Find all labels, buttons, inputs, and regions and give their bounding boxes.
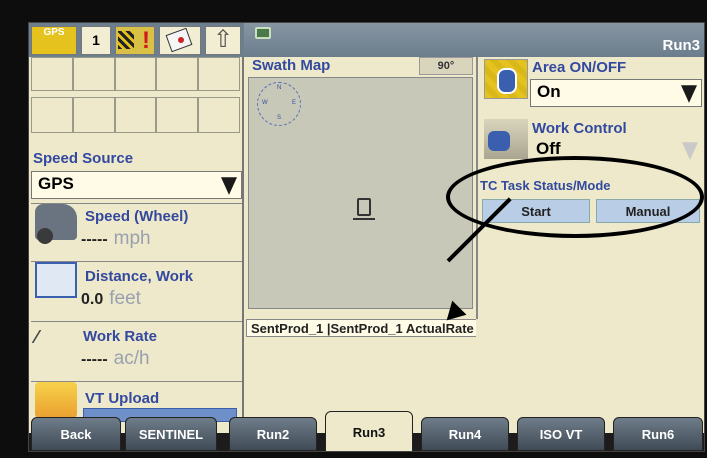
compass-n: N: [277, 85, 282, 91]
area-switch-icon: [484, 59, 528, 99]
distance-number: 0.0: [81, 291, 104, 308]
dropdown-arrow-icon: [221, 177, 237, 195]
warning-icon[interactable]: !: [115, 26, 155, 55]
task-book-icon[interactable]: [159, 26, 201, 55]
iso-terminal-screen: Run3 GPS 1 ! ⇧ Speed Source GPS Speed (W…: [28, 22, 705, 452]
speed-readout: Speed (Wheel) ----- mph: [31, 203, 242, 261]
tab-run3[interactable]: Run3: [325, 411, 413, 451]
softkey-cell[interactable]: [31, 97, 73, 133]
arrow-up-icon[interactable]: ⇧: [205, 26, 241, 55]
softkey-cell[interactable]: [156, 97, 199, 133]
softkey-cell[interactable]: [31, 57, 73, 91]
hazard-stripes-icon: [118, 31, 134, 49]
softkey-cell[interactable]: [198, 57, 240, 91]
softkey-grid-bottom: [31, 97, 240, 133]
speed-label: Speed (Wheel): [85, 208, 189, 225]
tab-sentinel[interactable]: SENTINEL: [125, 417, 217, 451]
tab-run4[interactable]: Run4: [421, 417, 509, 451]
work-control-title: Work Control: [532, 120, 627, 137]
speed-source-dropdown[interactable]: GPS: [31, 171, 242, 199]
work-rate-icon: ⁄: [35, 327, 39, 347]
speed-number: -----: [81, 231, 108, 248]
upload-icon: [35, 382, 77, 418]
center-panel: Swath Map 90° N S E W: [244, 57, 476, 433]
tab-run6[interactable]: Run6: [613, 417, 703, 451]
vt-upload-label: VT Upload: [85, 390, 160, 407]
record-dot: [178, 37, 184, 43]
speed-source-label: Speed Source: [33, 150, 134, 167]
speed-source-value: GPS: [38, 174, 74, 193]
softkey-grid-top: [31, 57, 240, 91]
tractor-icon: [35, 204, 77, 244]
softkey-cell[interactable]: [72, 57, 115, 91]
work-rate-label: Work Rate: [83, 328, 157, 345]
softkey-cell[interactable]: [156, 57, 199, 91]
gps-label: GPS: [43, 27, 65, 38]
swath-map-title: Swath Map: [252, 57, 331, 74]
work-rate-value: ----- ac/h: [81, 348, 150, 370]
area-onoff-value: On: [537, 82, 561, 101]
task-one-label: 1: [92, 32, 100, 48]
softkey-cell[interactable]: [72, 97, 115, 133]
softkey-cell[interactable]: [114, 57, 157, 91]
right-panel: Area ON/OFF On Work Control Off TC Task …: [476, 57, 704, 433]
compass-e: E: [292, 100, 297, 106]
dropdown-arrow-icon: [682, 142, 698, 160]
tab-back[interactable]: Back: [31, 417, 121, 451]
gps-icon[interactable]: GPS: [31, 26, 77, 55]
area-onoff-dropdown[interactable]: On: [530, 79, 702, 107]
speed-unit: mph: [113, 228, 151, 249]
compass-s: S: [277, 115, 282, 121]
speed-value: ----- mph: [81, 228, 151, 250]
distance-value: 0.0 feet: [81, 288, 141, 310]
top-bar-right: Run3: [244, 23, 704, 57]
distance-unit: feet: [109, 288, 141, 309]
work-rate-unit: ac/h: [113, 348, 150, 369]
tab-iso-vt[interactable]: ISO VT: [517, 417, 605, 451]
softkey-cell[interactable]: [114, 97, 157, 133]
distance-readout: Distance, Work 0.0 feet: [31, 261, 242, 321]
compass-w: W: [262, 100, 268, 106]
swath-map[interactable]: N S E W: [248, 77, 473, 309]
exclamation-icon: !: [142, 27, 150, 54]
rotate-90-button[interactable]: 90°: [419, 57, 473, 75]
vehicle-icon: [353, 198, 375, 220]
softkey-cell[interactable]: [198, 97, 240, 133]
left-panel: Speed Source GPS Speed (Wheel) ----- mph …: [29, 57, 244, 433]
area-onoff-title: Area ON/OFF: [532, 59, 627, 76]
compass-icon: N S E W: [257, 82, 301, 126]
distance-icon: [35, 262, 77, 298]
screen-icon: [255, 27, 271, 39]
dropdown-arrow-icon: [681, 85, 697, 103]
work-rate-number: -----: [81, 351, 108, 368]
work-control-icon: [484, 119, 528, 159]
run-title: Run3: [662, 37, 701, 54]
distance-label: Distance, Work: [85, 268, 194, 285]
work-rate-readout: ⁄ Work Rate ----- ac/h: [31, 321, 242, 381]
task-one-icon[interactable]: 1: [81, 26, 111, 55]
tab-run2[interactable]: Run2: [229, 417, 317, 451]
